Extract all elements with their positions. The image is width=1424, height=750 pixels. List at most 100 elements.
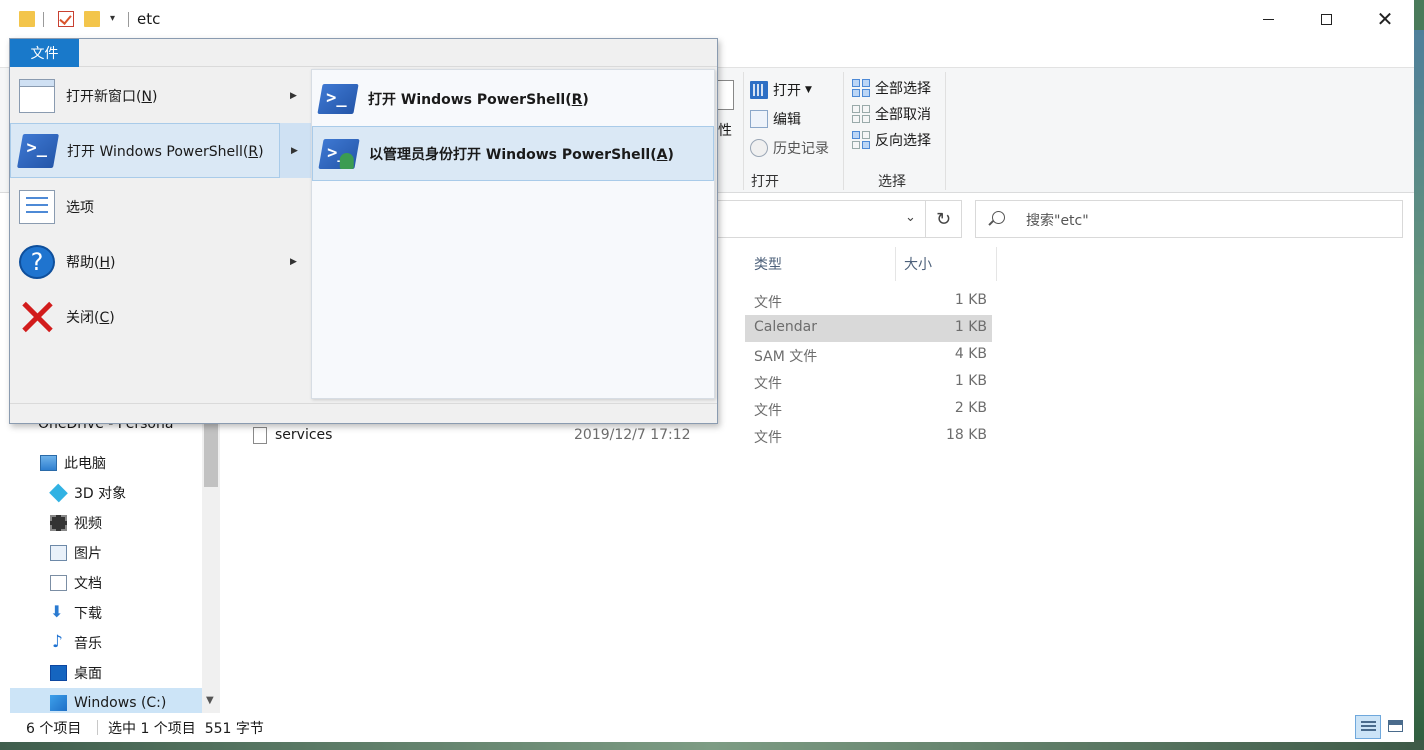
video-icon — [50, 515, 67, 531]
submenu-item-label: 以管理员身份打开 Windows PowerShell(A) — [369, 146, 674, 163]
refresh-icon: ↻ — [935, 208, 952, 230]
status-bar: 6 个项目 选中 1 个项目 551 字节 — [0, 713, 1414, 742]
menu-item-label: 打开新窗口(N) — [66, 88, 158, 105]
powershell-submenu: 打开 Windows PowerShell(R) 以管理员身份打开 Window… — [311, 69, 715, 399]
large-icons-view-icon — [1388, 720, 1403, 732]
minimize-icon — [1262, 18, 1274, 20]
file-type: SAM 文件 — [754, 349, 818, 365]
selection-info: 选中 1 个项目 551 字节 — [108, 721, 264, 737]
menu-item-label: 帮助(H) — [66, 254, 116, 271]
powershell-icon — [317, 83, 359, 114]
file-icon — [253, 427, 267, 444]
column-divider[interactable] — [895, 247, 896, 281]
dropdown-arrow-icon: ▼ — [805, 85, 812, 95]
column-header-type[interactable]: 类型 — [754, 247, 782, 281]
close-icon — [19, 300, 55, 334]
search-placeholder: 搜索"etc" — [1026, 213, 1089, 229]
folder-icon — [19, 11, 35, 27]
column-label: 类型 — [754, 257, 782, 273]
edit-button[interactable]: 编辑 — [750, 109, 801, 129]
divider — [743, 72, 744, 190]
select-none-button[interactable]: 全部取消 — [852, 104, 931, 124]
scrollbar-thumb[interactable] — [204, 417, 218, 487]
minimize-button[interactable] — [1239, 0, 1297, 38]
help-icon: ? — [19, 244, 55, 279]
select-all-icon — [852, 79, 870, 97]
cube-icon — [49, 483, 68, 503]
column-header-size[interactable]: 大小 — [904, 247, 932, 281]
file-type: Calendar — [754, 319, 817, 335]
details-view-button[interactable] — [1355, 715, 1381, 739]
computer-icon — [40, 455, 57, 471]
customize-quick-access-chevron-icon[interactable]: ▾ — [110, 13, 115, 24]
file-menu: 文件 打开新窗口(N) ▶ 打开 Windows PowerShell(R) ▶… — [9, 38, 718, 424]
select-none-icon — [852, 105, 870, 123]
submenu-item-label: 打开 Windows PowerShell(R) — [368, 91, 589, 108]
file-type: 文件 — [754, 430, 782, 446]
properties-label-fragment: 性 — [718, 123, 732, 139]
menu-item-label: 关闭(C) — [66, 309, 115, 326]
select-none-label: 全部取消 — [875, 107, 931, 123]
menu-item-help[interactable]: ? 帮助(H) ▶ — [10, 234, 310, 289]
address-bar[interactable]: ⌄ ↻ — [710, 200, 962, 238]
menu-item-options[interactable]: 选项 — [10, 179, 310, 234]
address-history-chevron-icon[interactable]: ⌄ — [905, 210, 916, 225]
nav-label: 音乐 — [74, 636, 102, 652]
tab-file[interactable]: 文件 — [10, 39, 79, 67]
large-icons-view-button[interactable] — [1383, 715, 1409, 739]
invert-selection-button[interactable]: 反向选择 — [852, 130, 931, 150]
properties-check-icon[interactable] — [58, 11, 74, 27]
refresh-button[interactable]: ↻ — [925, 201, 961, 237]
table-row[interactable]: services 2019/12/7 17:12 文件 18 KB — [220, 423, 1414, 450]
history-label: 历史记录 — [773, 141, 829, 157]
file-date: 2019/12/7 17:12 — [574, 427, 691, 443]
details-view-icon — [1361, 721, 1376, 733]
options-icon — [19, 189, 55, 224]
nav-label: 桌面 — [74, 666, 102, 682]
nav-label: Windows (C:) — [74, 695, 167, 711]
history-icon — [750, 139, 768, 157]
file-menu-commands: 打开新窗口(N) ▶ 打开 Windows PowerShell(R) ▶ 选项… — [10, 67, 311, 403]
submenu-item-open-powershell[interactable]: 打开 Windows PowerShell(R) — [312, 71, 714, 126]
search-input[interactable]: 搜索"etc" — [975, 200, 1403, 238]
music-icon — [50, 632, 67, 652]
file-type: 文件 — [754, 376, 782, 392]
column-label: 大小 — [904, 257, 932, 273]
submenu-arrow-icon: ▶ — [290, 90, 297, 101]
item-count: 6 个项目 — [26, 721, 82, 737]
window-title: etc — [137, 10, 161, 28]
file-size: 1 KB — [954, 319, 987, 335]
history-button[interactable]: 历史记录 — [750, 138, 829, 158]
file-name: services — [275, 427, 333, 443]
menu-item-close[interactable]: 关闭(C) — [10, 289, 310, 344]
scroll-down-icon[interactable]: ▼ — [206, 695, 214, 706]
close-button[interactable]: ✕ — [1356, 0, 1414, 38]
divider — [97, 720, 98, 735]
menu-item-open-new-window[interactable]: 打开新窗口(N) ▶ — [10, 68, 310, 123]
maximize-button[interactable] — [1297, 0, 1355, 38]
file-menu-tab-bar — [79, 39, 717, 67]
nav-label: 3D 对象 — [74, 486, 127, 502]
file-size: 1 KB — [954, 373, 987, 389]
column-divider[interactable] — [996, 247, 997, 281]
new-folder-icon[interactable] — [84, 11, 100, 27]
file-size: 18 KB — [945, 427, 987, 443]
file-size: 4 KB — [954, 346, 987, 362]
menu-item-open-powershell[interactable]: 打开 Windows PowerShell(R) ▶ — [10, 123, 311, 178]
file-size: 1 KB — [954, 292, 987, 308]
group-label-select: 选择 — [878, 174, 906, 190]
open-dropdown-button[interactable]: 打开 ▼ — [750, 80, 812, 100]
select-all-button[interactable]: 全部选择 — [852, 78, 931, 98]
powershell-icon — [17, 133, 59, 168]
menu-item-label: 选项 — [66, 199, 94, 216]
edit-label: 编辑 — [773, 112, 801, 128]
file-explorer-window: ▾ etc ✕ ^ ? 性 打开 ▼ 编辑 历史记录 打开 — [0, 0, 1414, 742]
new-window-icon — [19, 78, 55, 113]
nav-label: 文档 — [74, 576, 102, 592]
submenu-item-open-powershell-admin[interactable]: 以管理员身份打开 Windows PowerShell(A) — [312, 126, 714, 181]
nav-label: 下载 — [74, 606, 102, 622]
edit-icon — [750, 110, 768, 128]
invert-selection-label: 反向选择 — [875, 133, 931, 149]
open-icon — [750, 81, 768, 99]
menu-item-label: 打开 Windows PowerShell(R) — [67, 143, 264, 160]
